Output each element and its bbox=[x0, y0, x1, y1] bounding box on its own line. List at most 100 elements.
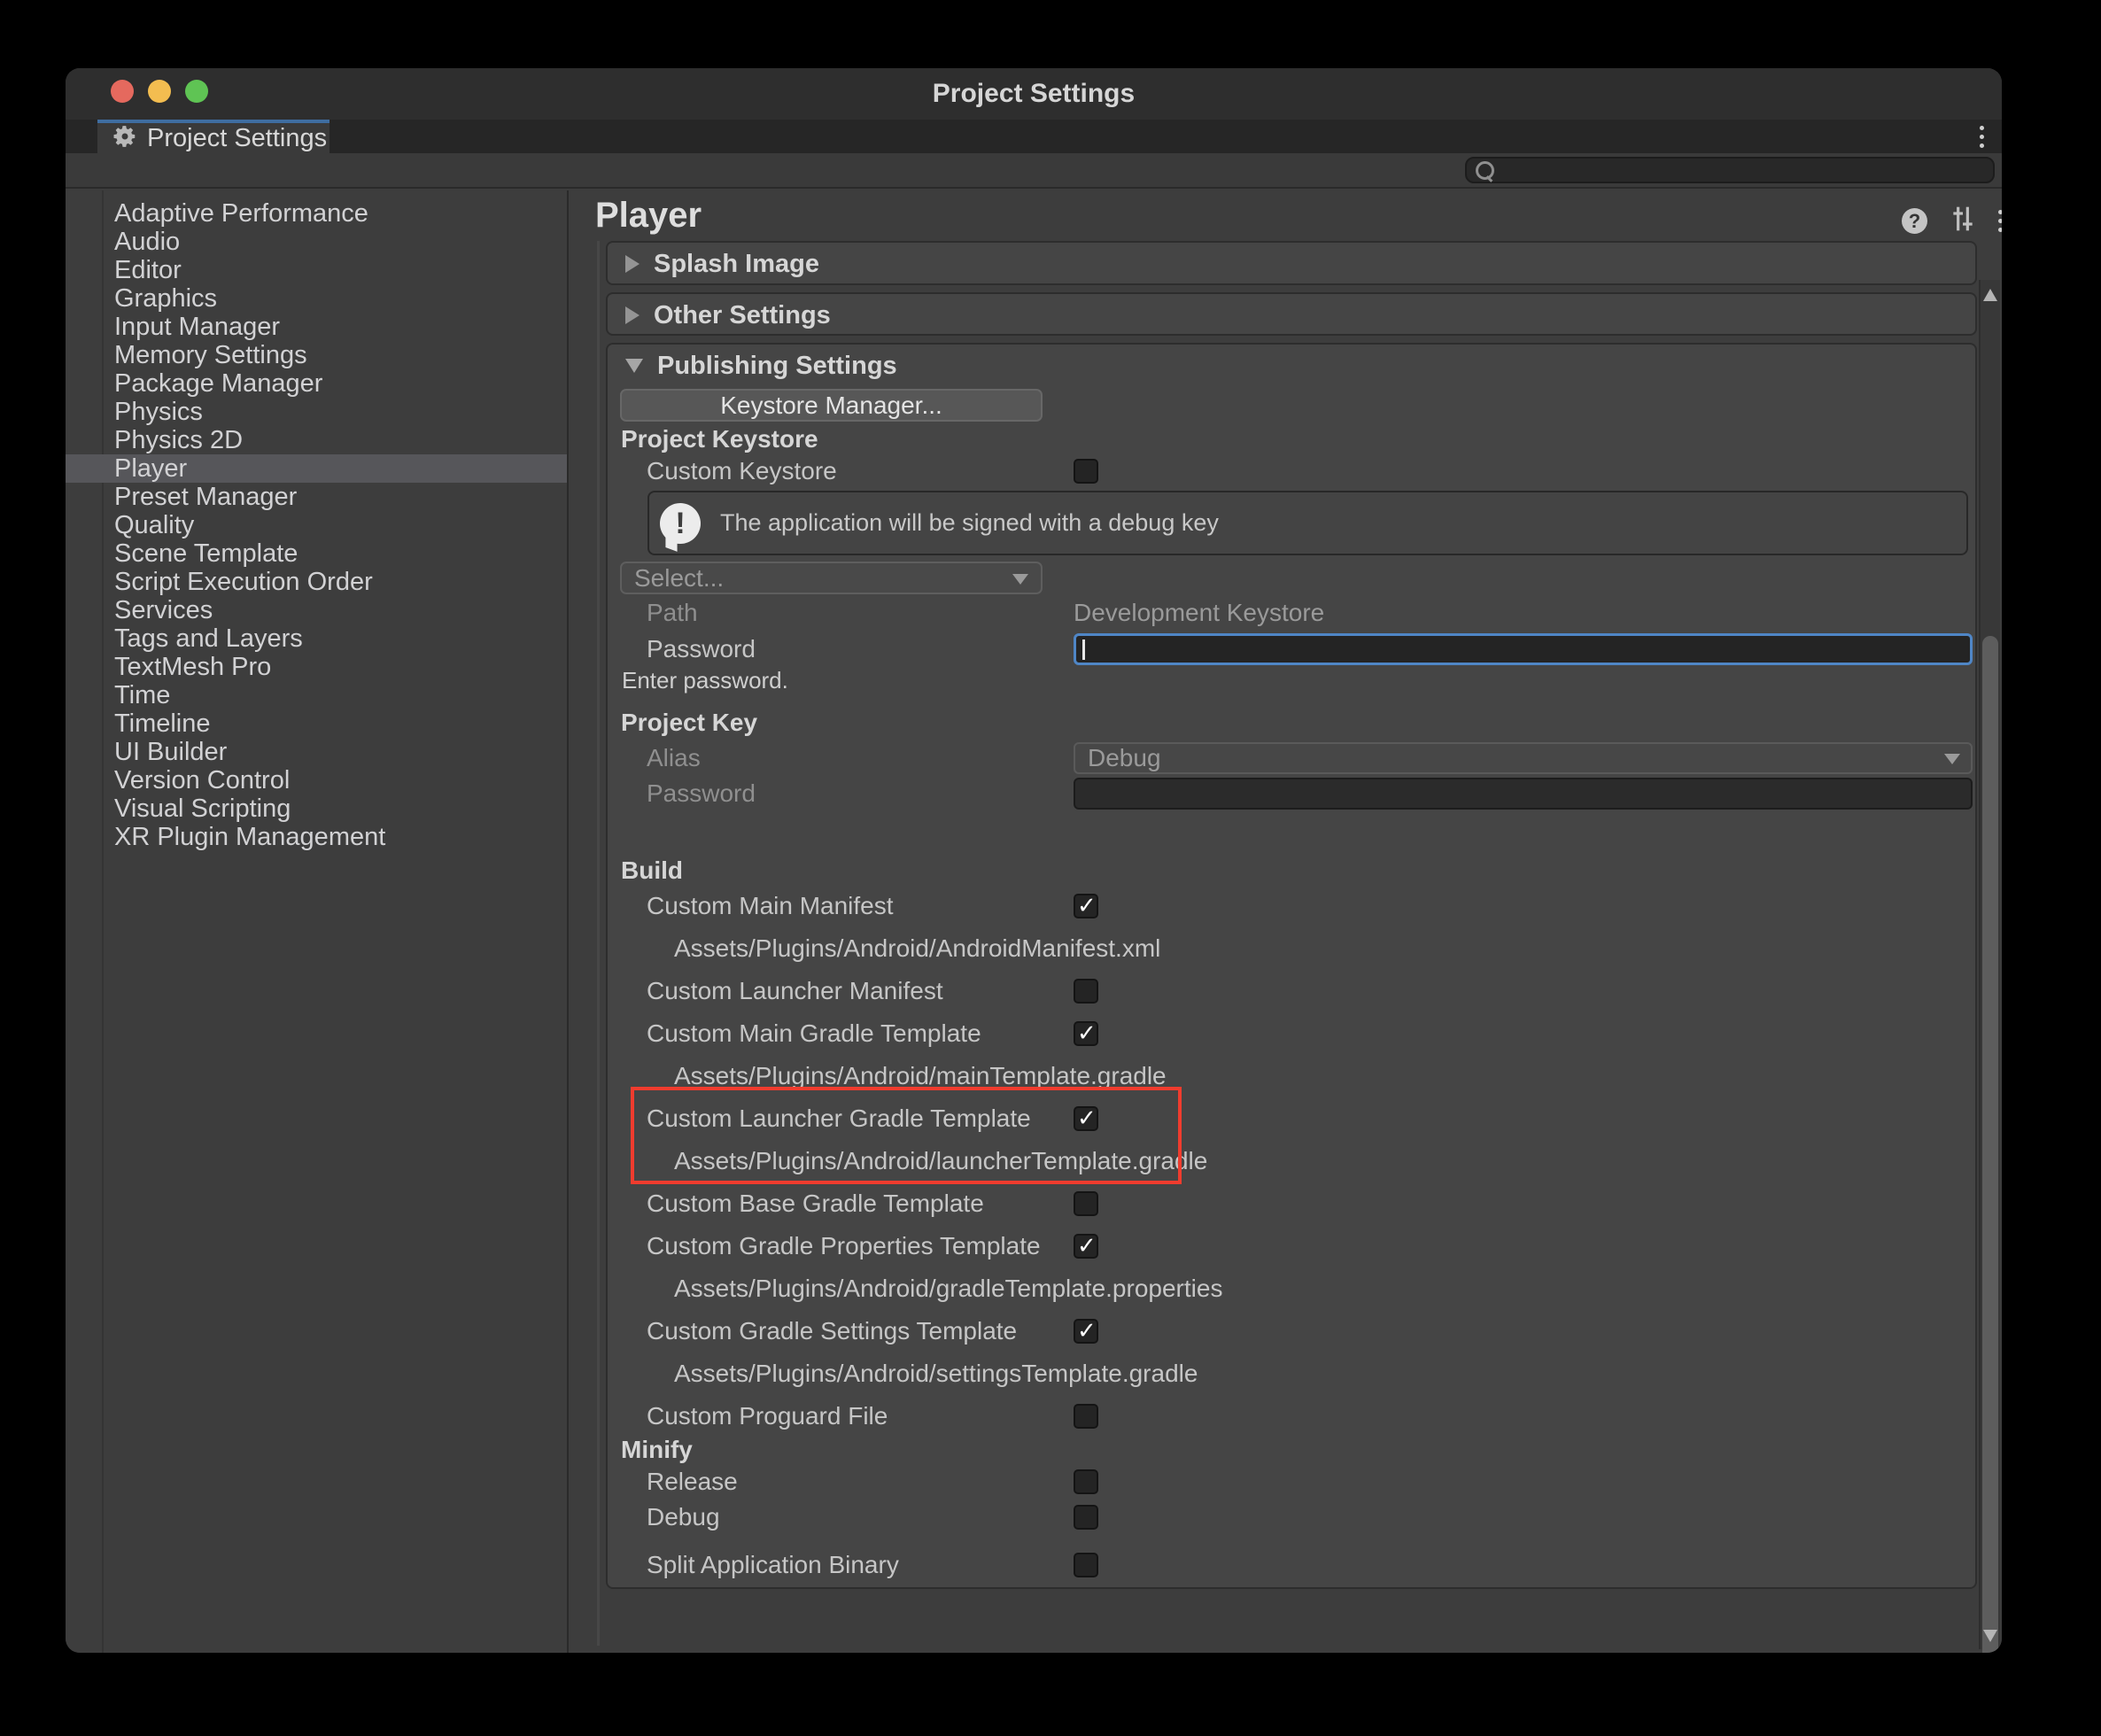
scroll-down-arrow-icon[interactable] bbox=[1983, 1630, 1997, 1642]
sidebar-item[interactable]: UI Builder bbox=[66, 738, 567, 766]
sidebar-item[interactable]: TextMesh Pro bbox=[66, 653, 567, 681]
sidebar-item[interactable]: Timeline bbox=[66, 709, 567, 738]
sidebar-item-label: Package Manager bbox=[114, 369, 322, 398]
build-row-label: Custom Main Manifest bbox=[608, 892, 894, 920]
build-row-checkbox[interactable] bbox=[1074, 979, 1098, 1004]
build-row-checkbox[interactable] bbox=[1074, 1191, 1098, 1216]
publishing-settings-header[interactable]: Publishing Settings bbox=[608, 345, 1975, 387]
window-kebab-menu-icon[interactable] bbox=[1980, 126, 1984, 148]
search-input[interactable] bbox=[1465, 157, 1995, 183]
path-label: Path bbox=[608, 599, 698, 627]
sidebar-item-label: TextMesh Pro bbox=[114, 653, 271, 681]
keystore-password-input[interactable] bbox=[1074, 633, 1973, 665]
build-row-label: Custom Launcher Gradle Template bbox=[608, 1104, 1031, 1133]
build-row: Custom Proguard File bbox=[608, 1395, 1975, 1438]
titlebar: Project Settings bbox=[66, 68, 2002, 120]
sidebar-item[interactable]: Physics 2D bbox=[66, 426, 567, 454]
path-value: Development Keystore bbox=[1074, 599, 1324, 627]
scrollbar-thumb[interactable] bbox=[1982, 636, 1998, 1653]
sidebar-item[interactable]: Scene Template bbox=[66, 539, 567, 568]
sidebar-item-label: Graphics bbox=[114, 284, 217, 313]
chevron-down-icon bbox=[625, 359, 643, 373]
sidebar-item[interactable]: Graphics bbox=[66, 284, 567, 313]
sidebar-item-label: Adaptive Performance bbox=[114, 199, 368, 228]
build-row: Custom Launcher Manifest bbox=[608, 970, 1975, 1012]
sidebar-item[interactable]: Adaptive Performance bbox=[66, 199, 567, 228]
sidebar-item[interactable]: Preset Manager bbox=[66, 483, 567, 511]
split-application-binary-label: Split Application Binary bbox=[608, 1551, 899, 1579]
player-settings-panel: Player ? Splash Image bbox=[569, 190, 2002, 1653]
help-icon[interactable]: ? bbox=[1902, 208, 1927, 234]
keystore-password-row: Password bbox=[608, 632, 1975, 666]
debug-key-info-box: ! The application will be signed with a … bbox=[647, 491, 1968, 555]
key-password-label: Password bbox=[608, 779, 756, 808]
panel-kebab-menu-icon[interactable] bbox=[1998, 210, 2002, 232]
minify-row-checkbox[interactable] bbox=[1074, 1469, 1098, 1494]
tab-label: Project Settings bbox=[147, 124, 327, 153]
vertical-scrollbar[interactable] bbox=[1979, 280, 2000, 1649]
sidebar-item[interactable]: Visual Scripting bbox=[66, 794, 567, 823]
sidebar-item[interactable]: Script Execution Order bbox=[66, 568, 567, 596]
minify-row: Debug bbox=[608, 1500, 1975, 1535]
sidebar-item[interactable]: Time bbox=[66, 681, 567, 709]
section-other-settings[interactable]: Other Settings bbox=[606, 292, 1977, 336]
sidebar-item[interactable]: Services bbox=[66, 596, 567, 624]
build-row-checkbox[interactable] bbox=[1074, 1319, 1098, 1344]
build-row-label: Custom Launcher Manifest bbox=[608, 977, 943, 1005]
key-password-input[interactable] bbox=[1074, 778, 1973, 810]
build-row: Assets/Plugins/Android/launcherTemplate.… bbox=[608, 1140, 1975, 1182]
keystore-select-dropdown[interactable]: Select... bbox=[620, 562, 1043, 594]
build-row-checkbox[interactable] bbox=[1074, 894, 1098, 918]
build-row: Assets/Plugins/Android/gradleTemplate.pr… bbox=[608, 1267, 1975, 1310]
project-keystore-header: Project Keystore bbox=[608, 425, 1975, 453]
sidebar-item[interactable]: Memory Settings bbox=[66, 341, 567, 369]
sidebar-item[interactable]: Editor bbox=[66, 256, 567, 284]
warning-exclamation-icon: ! bbox=[660, 503, 701, 544]
minify-row-checkbox[interactable] bbox=[1074, 1505, 1098, 1530]
chevron-right-icon bbox=[625, 255, 640, 273]
split-application-binary-checkbox[interactable] bbox=[1074, 1553, 1098, 1577]
sidebar-item[interactable]: Physics bbox=[66, 398, 567, 426]
sidebar-item[interactable]: Version Control bbox=[66, 766, 567, 794]
build-row-path: Assets/Plugins/Android/settingsTemplate.… bbox=[608, 1360, 1198, 1388]
sidebar-item-label: Scene Template bbox=[114, 539, 298, 568]
sidebar-item[interactable]: Audio bbox=[66, 228, 567, 256]
text-caret bbox=[1082, 639, 1085, 660]
sidebar-item[interactable]: Input Manager bbox=[66, 313, 567, 341]
sidebar-item[interactable]: Player bbox=[66, 454, 567, 483]
search-icon bbox=[1476, 161, 1494, 180]
sidebar-item[interactable]: Tags and Layers bbox=[66, 624, 567, 653]
sidebar-item-label: Input Manager bbox=[114, 313, 280, 341]
alias-dropdown[interactable]: Debug bbox=[1074, 742, 1973, 774]
build-rows: Custom Main Manifest Assets/Plugins/Andr… bbox=[608, 885, 1975, 1438]
build-header: Build bbox=[608, 856, 1975, 885]
sidebar-item-label: Tags and Layers bbox=[114, 624, 303, 653]
sidebar-item[interactable]: Quality bbox=[66, 511, 567, 539]
presets-sliders-icon[interactable] bbox=[1949, 205, 1977, 237]
build-row: Custom Gradle Settings Template bbox=[608, 1310, 1975, 1352]
build-row-label: Custom Base Gradle Template bbox=[608, 1190, 984, 1218]
key-password-row: Password bbox=[608, 778, 1975, 810]
sidebar-item[interactable]: Package Manager bbox=[66, 369, 567, 398]
sidebar-item-label: Physics 2D bbox=[114, 426, 243, 454]
scroll-up-arrow-icon[interactable] bbox=[1983, 289, 1997, 301]
section-splash-image[interactable]: Splash Image bbox=[606, 241, 1977, 285]
build-row-path: Assets/Plugins/Android/gradleTemplate.pr… bbox=[608, 1275, 1222, 1303]
build-row-checkbox[interactable] bbox=[1074, 1021, 1098, 1046]
sidebar-item[interactable]: XR Plugin Management bbox=[66, 823, 567, 851]
build-row-path: Assets/Plugins/Android/AndroidManifest.x… bbox=[608, 934, 1160, 963]
gear-icon bbox=[112, 123, 138, 154]
section-publishing-settings: Publishing Settings Keystore Manager... … bbox=[606, 343, 1977, 1589]
project-settings-window: Project Settings Project Settings bbox=[66, 68, 2002, 1653]
minify-rows: Release Debug bbox=[608, 1464, 1975, 1535]
enter-password-hint: Enter password. bbox=[608, 666, 1975, 694]
build-row-checkbox[interactable] bbox=[1074, 1234, 1098, 1259]
tab-project-settings[interactable]: Project Settings bbox=[97, 120, 329, 153]
custom-keystore-checkbox[interactable] bbox=[1074, 459, 1098, 484]
chevron-right-icon bbox=[625, 306, 640, 324]
build-row-checkbox[interactable] bbox=[1074, 1404, 1098, 1429]
keystore-manager-button[interactable]: Keystore Manager... bbox=[620, 389, 1043, 422]
sidebar-item-label: Audio bbox=[114, 228, 180, 256]
sidebar-item-label: Timeline bbox=[114, 709, 211, 738]
build-row-checkbox[interactable] bbox=[1074, 1106, 1098, 1131]
